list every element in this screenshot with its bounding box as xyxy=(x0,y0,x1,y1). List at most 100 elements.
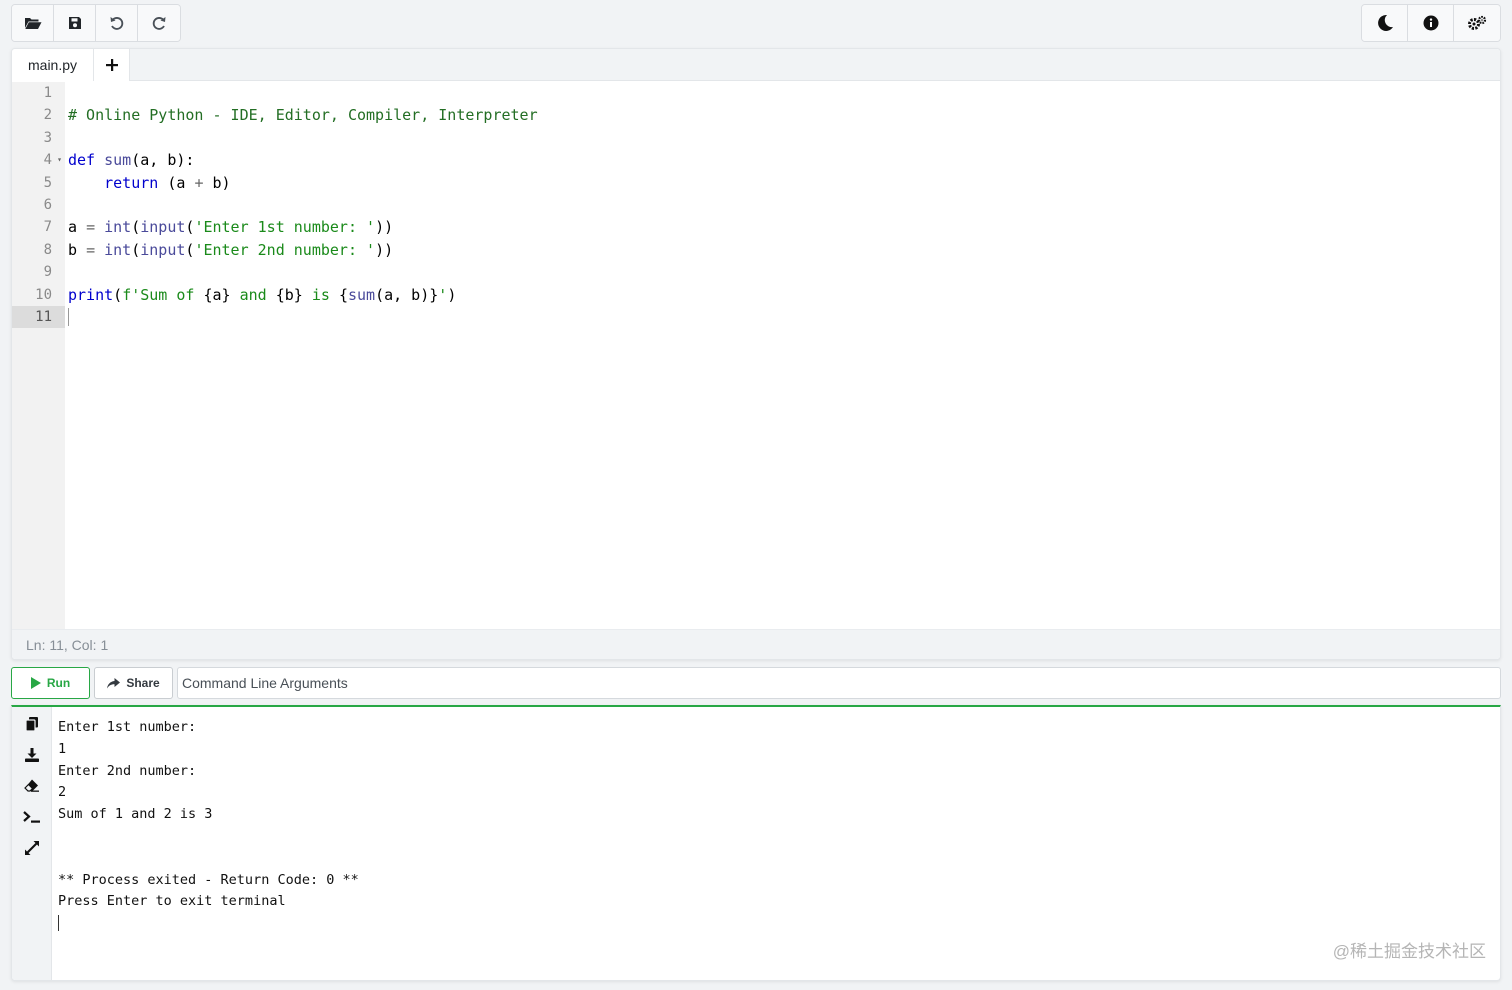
code-token: = xyxy=(86,218,96,237)
code-token: 'Enter 1st number: ' xyxy=(194,218,376,237)
redo-icon xyxy=(152,17,166,30)
code-token: int xyxy=(104,218,132,237)
copy-output-button[interactable] xyxy=(20,713,44,734)
code-line xyxy=(68,306,1500,328)
clear-output-button[interactable] xyxy=(20,775,44,796)
moon-icon xyxy=(1377,14,1393,31)
line-number: 1 xyxy=(43,85,52,101)
run-button[interactable]: Run xyxy=(11,667,90,699)
download-icon xyxy=(24,747,39,762)
code-content[interactable]: # Online Python - IDE, Editor, Compiler,… xyxy=(65,82,1500,630)
undo-icon xyxy=(110,17,123,30)
terminal-line: Sum of 1 and 2 is 3 xyxy=(58,806,213,823)
code-token: b) xyxy=(203,173,231,192)
download-output-button[interactable] xyxy=(20,744,44,765)
run-bar: Run Share xyxy=(11,667,1501,699)
dark-mode-button[interactable] xyxy=(1362,5,1408,41)
code-token: (a, b)} xyxy=(375,285,439,304)
save-button[interactable] xyxy=(54,5,96,41)
code-token: input xyxy=(140,240,186,259)
terminal-output[interactable]: Enter 1st number: 1 Enter 2nd number: 2 Sum … xyxy=(52,707,1500,980)
code-line: # Online Python - IDE, Editor, Compiler,… xyxy=(68,104,1500,126)
share-button[interactable]: Share xyxy=(94,667,173,699)
plus-icon xyxy=(105,59,118,71)
line-number: 5 xyxy=(43,174,52,191)
code-token: ( xyxy=(113,285,123,304)
code-token: { xyxy=(338,285,348,304)
code-line: b = int(input('Enter 2nd number: ')) xyxy=(68,239,1500,261)
code-token: )) xyxy=(375,240,394,259)
terminal-icon xyxy=(22,810,40,823)
editor-status-bar: Ln: 11, Col: 1 xyxy=(12,629,1500,659)
redo-button[interactable] xyxy=(138,5,180,41)
fold-arrow-icon[interactable]: ▾ xyxy=(57,149,62,171)
code-token: ' xyxy=(438,285,448,304)
play-icon xyxy=(30,677,41,689)
code-token: # Online Python - IDE, Editor, Compiler,… xyxy=(68,106,538,125)
code-token: sum xyxy=(347,285,376,304)
code-token: ( xyxy=(131,218,141,237)
undo-button[interactable] xyxy=(96,5,138,41)
code-editor[interactable]: 1 2 3 4 ▾ 5 6 7 8 9 10 11 # Online Python - IDE, Ed… xyxy=(12,82,1500,630)
code-token: int xyxy=(104,240,132,259)
cogs-icon xyxy=(1468,15,1487,30)
code-token: )) xyxy=(375,218,394,237)
code-line: print(f'Sum of {a} and {b} is {sum(a, b)… xyxy=(68,284,1500,306)
code-line: a = int(input('Enter 1st number: ')) xyxy=(68,216,1500,238)
code-token: (a, b): xyxy=(131,151,195,170)
line-number: 11 xyxy=(12,305,65,329)
settings-toolbar xyxy=(1361,4,1501,42)
code-token: {a} xyxy=(203,285,231,304)
eraser-icon xyxy=(24,779,39,792)
open-button[interactable] xyxy=(12,5,54,41)
terminal-line: Press Enter to exit terminal xyxy=(58,893,286,910)
line-number: 2 xyxy=(43,107,52,124)
command-line-args-input[interactable] xyxy=(177,667,1501,699)
terminal-line: 2 xyxy=(58,784,67,801)
info-icon xyxy=(1423,15,1438,31)
folder-open-icon xyxy=(24,18,41,29)
code-token: 'Enter 2nd number: ' xyxy=(194,240,376,259)
line-number: 9 xyxy=(43,264,52,281)
code-token: return xyxy=(104,173,159,192)
code-token: print xyxy=(68,285,114,304)
settings-button[interactable] xyxy=(1454,5,1500,41)
share-icon xyxy=(107,677,121,688)
tab-main-py[interactable]: main.py xyxy=(12,49,95,81)
code-token: ) xyxy=(447,285,457,304)
line-number: 8 xyxy=(43,241,52,258)
terminal-panel: Enter 1st number: 1 Enter 2nd number: 2 Sum … xyxy=(11,705,1501,981)
watermark: @稀土掘金技术社区 xyxy=(1332,942,1486,961)
line-number: 3 xyxy=(43,129,52,146)
code-token: sum xyxy=(104,151,132,170)
code-token: {b} xyxy=(275,285,303,304)
text-cursor xyxy=(68,308,69,327)
code-token: is xyxy=(302,285,339,304)
code-token: (a xyxy=(158,173,195,192)
run-label: Run xyxy=(46,676,71,690)
terminal-cursor xyxy=(58,915,59,932)
tab-bar: main.py xyxy=(12,49,1500,81)
terminal-line: ** Process exited - Return Code: 0 ** xyxy=(58,871,359,888)
code-line: return (a + b) xyxy=(68,172,1500,194)
interactive-terminal-button[interactable] xyxy=(20,806,44,827)
line-number: 7 xyxy=(43,219,52,236)
code-token: a xyxy=(68,218,87,237)
line-number-gutter: 1 2 3 4 ▾ 5 6 7 8 9 10 11 xyxy=(12,82,65,630)
expand-terminal-button[interactable] xyxy=(20,837,44,858)
terminal-line: Enter 1st number: xyxy=(58,719,197,735)
cursor-position: Ln: 11, Col: 1 xyxy=(26,636,109,653)
info-button[interactable] xyxy=(1408,5,1454,41)
code-token: = xyxy=(86,240,96,259)
terminal-line: Enter 2nd number: xyxy=(58,762,197,779)
code-line: def sum(a, b): xyxy=(68,149,1500,171)
add-tab-button[interactable] xyxy=(94,49,131,81)
